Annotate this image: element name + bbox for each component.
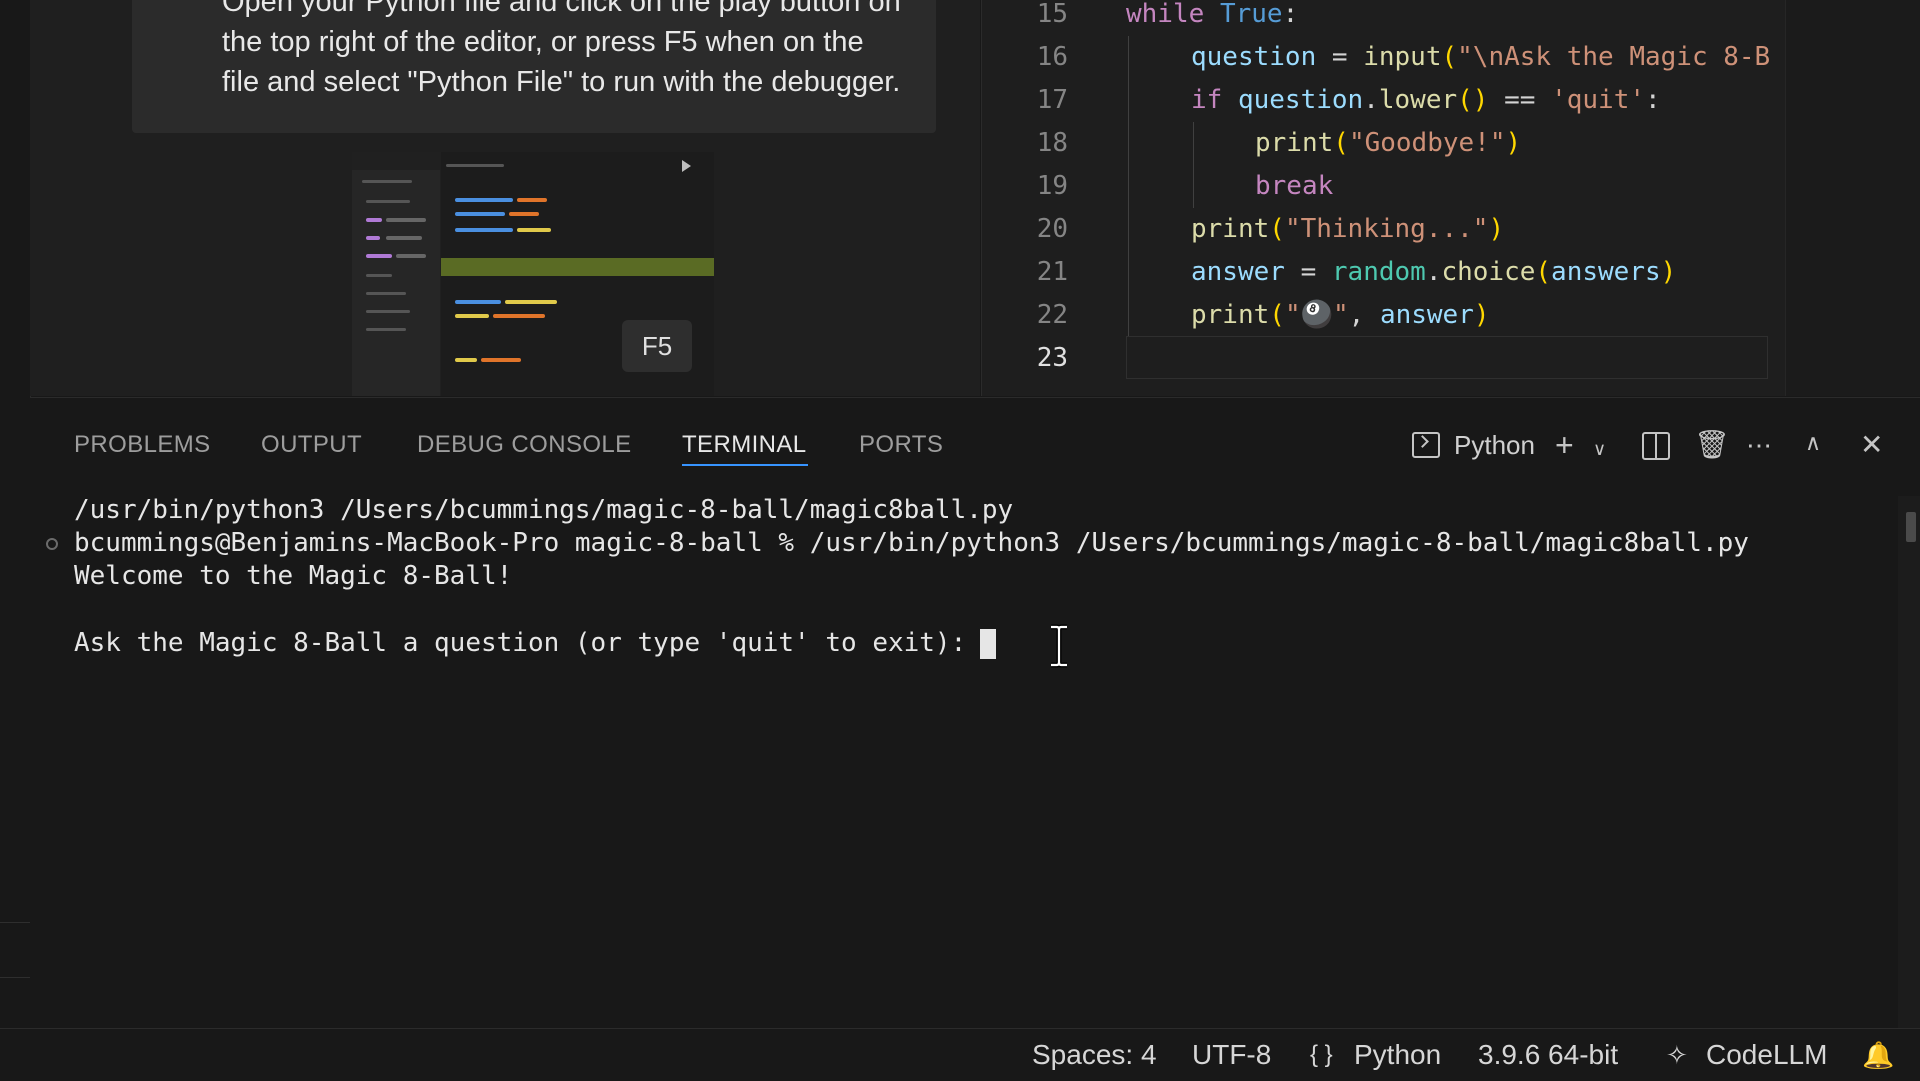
status-language-mode[interactable]: Python — [1354, 1029, 1441, 1081]
preview-highlighted-line — [441, 258, 714, 276]
editor-minimap[interactable] — [1785, 0, 1920, 396]
code-line-19: break — [1255, 171, 1334, 201]
status-encoding[interactable]: UTF-8 — [1192, 1029, 1271, 1081]
scrollbar-thumb[interactable] — [1906, 512, 1916, 542]
line-number-current: 23 — [1036, 343, 1068, 373]
walkthrough-step-callout: Open your Python file and click on the p… — [132, 0, 936, 133]
plus-icon[interactable]: + — [1555, 428, 1574, 462]
f5-key-hint: F5 — [622, 320, 692, 372]
active-tab-indicator — [682, 464, 808, 466]
line-number: 21 — [1036, 257, 1068, 287]
tab-problems[interactable]: PROBLEMS — [74, 428, 211, 462]
close-icon[interactable]: ✕ — [1860, 428, 1883, 462]
sparkle-icon: ✧ — [1666, 1040, 1688, 1070]
activity-bar-divider — [0, 922, 30, 978]
walkthrough-step-text: Open your Python file and click on the p… — [222, 0, 901, 98]
code-line-15: while True: — [1126, 0, 1299, 29]
code-line-17: if question.lower() == 'quit': — [1191, 85, 1661, 115]
braces-icon: { } — [1310, 1041, 1333, 1068]
code-line-20: print("Thinking...") — [1191, 214, 1505, 244]
line-number: 18 — [1036, 128, 1068, 158]
code-line-22: print("🎱", answer) — [1191, 300, 1490, 330]
code-line-21: answer = random.choice(answers) — [1191, 257, 1677, 287]
line-number: 15 — [1036, 0, 1068, 29]
play-icon — [682, 160, 691, 172]
terminal-icon[interactable] — [1412, 432, 1440, 458]
split-icon[interactable] — [1642, 432, 1670, 460]
line-number: 20 — [1036, 214, 1068, 244]
tab-debug-console[interactable]: DEBUG CONSOLE — [417, 428, 632, 462]
indent-guide — [1193, 122, 1194, 208]
line-number: 22 — [1036, 300, 1068, 330]
current-line-highlight — [1126, 336, 1768, 379]
trash-icon[interactable]: 🗑 — [1694, 428, 1730, 462]
code-line-16: question = input("\nAsk the Magic 8-B — [1191, 42, 1771, 72]
indent-guide — [1128, 36, 1129, 336]
chevron-up-icon[interactable]: ∧ — [1805, 426, 1821, 460]
ellipsis-icon[interactable]: ⋯ — [1746, 428, 1772, 462]
bottom-panel: PROBLEMS OUTPUT DEBUG CONSOLE TERMINAL P… — [30, 397, 1920, 1029]
activity-bar — [0, 0, 31, 1028]
tab-ports[interactable]: PORTS — [859, 428, 943, 462]
status-bar: Spaces: 4 UTF-8 { } Python 3.9.6 64-bit … — [0, 1028, 1920, 1081]
line-number: 17 — [1036, 85, 1068, 115]
ibeam-cursor-icon — [1051, 624, 1067, 668]
line-number: 16 — [1036, 42, 1068, 72]
terminal-line: bcummings@Benjamins-MacBook-Pro magic-8-… — [74, 528, 1749, 558]
command-decoration-icon[interactable] — [46, 538, 58, 550]
status-indentation[interactable]: Spaces: 4 — [1032, 1029, 1157, 1081]
chevron-down-icon[interactable]: ∨ — [1593, 432, 1606, 466]
walkthrough-panel: Open your Python file and click on the p… — [30, 0, 980, 396]
tab-output[interactable]: OUTPUT — [261, 428, 362, 462]
status-codellm[interactable]: CodeLLM — [1706, 1029, 1827, 1081]
status-python-interpreter[interactable]: 3.9.6 64-bit — [1478, 1029, 1618, 1081]
terminal-prompt-line[interactable]: Ask the Magic 8-Ball a question (or type… — [74, 627, 982, 660]
code-line-18: print("Goodbye!") — [1255, 128, 1522, 158]
line-number: 19 — [1036, 171, 1068, 201]
terminal-scrollbar[interactable] — [1898, 496, 1920, 1029]
bell-icon[interactable]: 🔔 — [1862, 1029, 1894, 1081]
tab-terminal[interactable]: TERMINAL — [682, 428, 807, 462]
walkthrough-preview-image: F5 — [352, 152, 714, 396]
code-editor[interactable]: 15 16 17 18 19 20 21 22 23 while True: q… — [981, 0, 1920, 396]
preview-sidebar — [352, 170, 440, 396]
terminal-line: /usr/bin/python3 /Users/bcummings/magic-… — [74, 495, 1014, 525]
terminal-cursor — [980, 629, 996, 659]
terminal-line: Welcome to the Magic 8-Ball! — [74, 561, 513, 591]
terminal-profile-label[interactable]: Python — [1454, 428, 1535, 462]
